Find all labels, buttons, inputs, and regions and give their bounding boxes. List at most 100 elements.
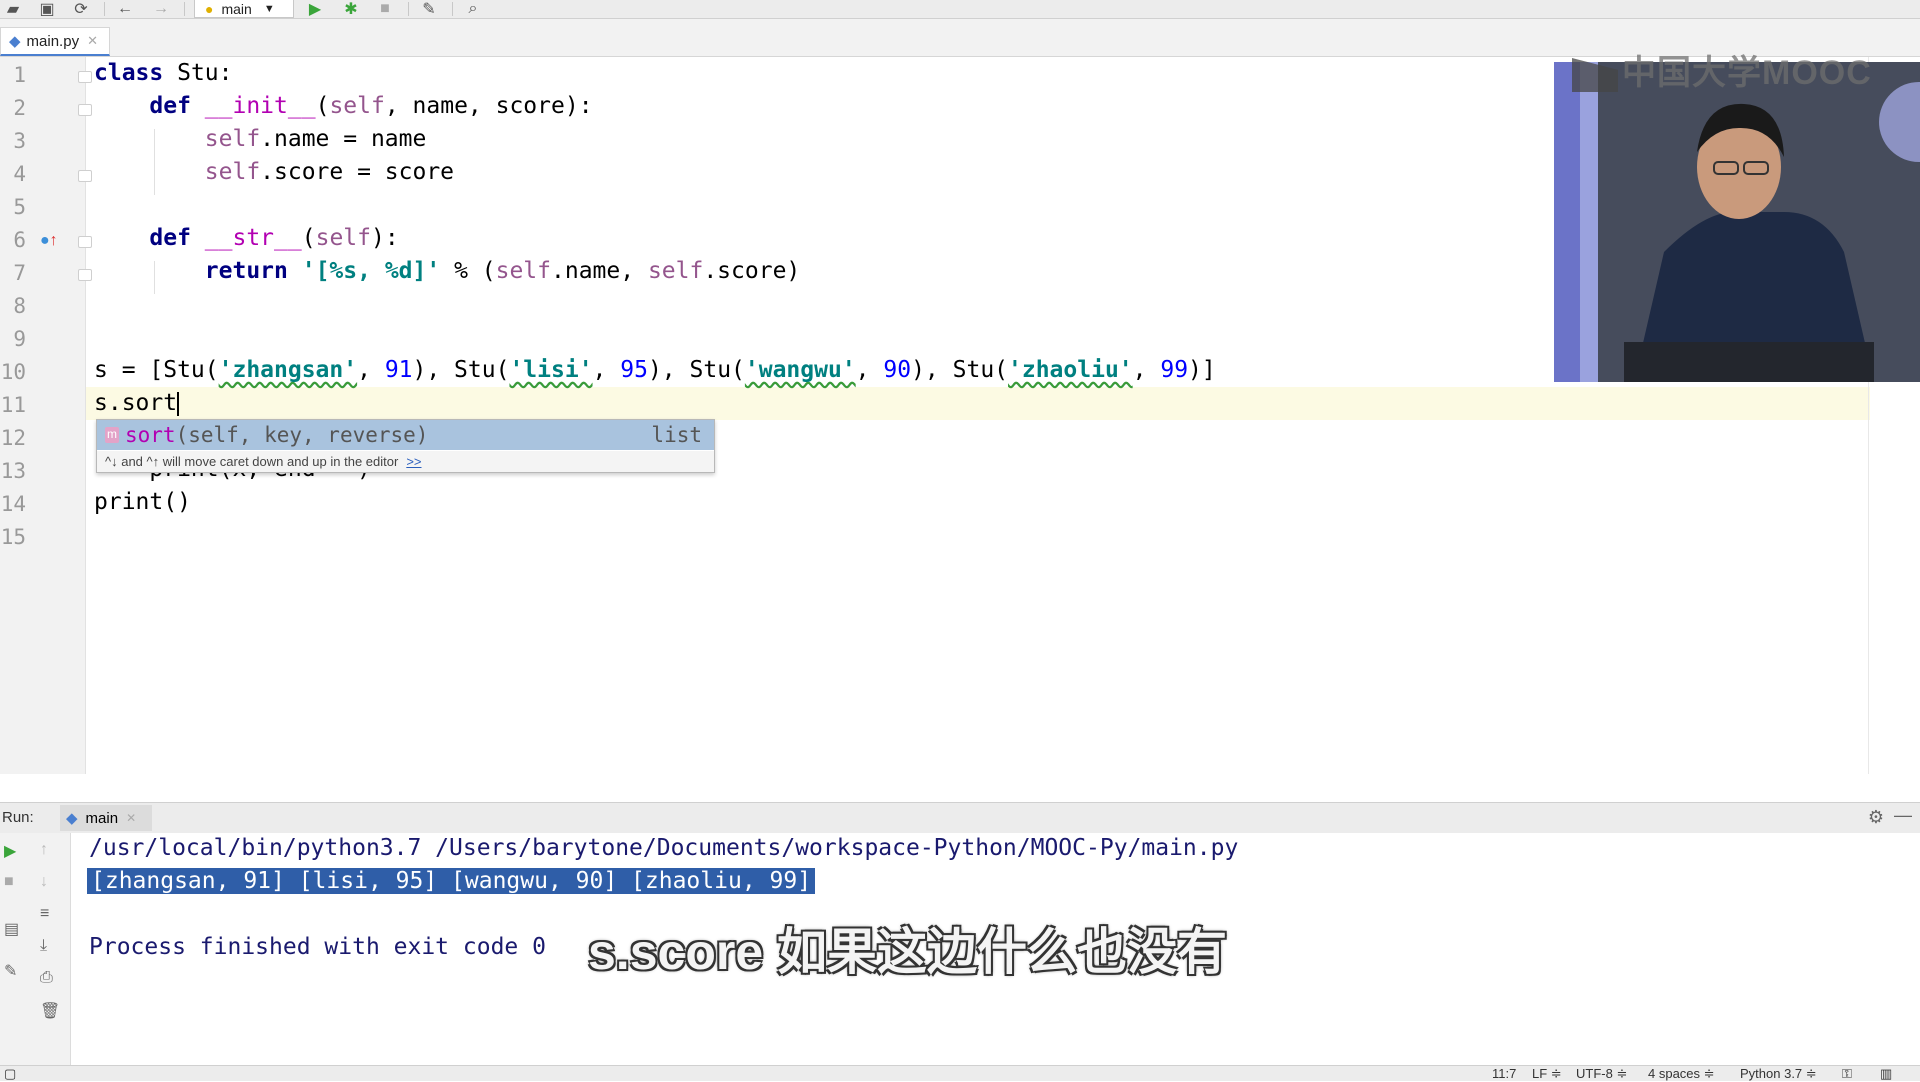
code-text: ,: [357, 357, 385, 383]
print-icon[interactable]: ⎙: [40, 969, 53, 987]
code-text: .name = name: [260, 126, 427, 152]
code-text: (: [301, 225, 316, 251]
code-completion-popup: m sort (self, key, reverse) list ^↓ and …: [96, 419, 715, 473]
code-text: , name, score):: [384, 93, 593, 119]
tab-run-main[interactable]: ◆ main ✕: [60, 805, 152, 831]
line-number: 13: [0, 459, 26, 483]
line-number: 2: [13, 96, 26, 120]
debug-icon[interactable]: ✱: [338, 0, 364, 18]
line-number: 6: [13, 228, 26, 252]
completion-name: sort: [125, 423, 176, 447]
back-icon[interactable]: ←: [112, 0, 138, 18]
toolbar-separator: [408, 2, 409, 16]
mooc-watermark-logo: 中国大学MOOC: [1572, 45, 1872, 94]
layout-icon[interactable]: ▤: [4, 919, 19, 939]
code-text: .name,: [551, 258, 648, 284]
open-icon[interactable]: ▰: [0, 0, 26, 18]
line-number: 10: [0, 360, 26, 384]
code-text: .score): [703, 258, 801, 284]
number-literal: 90: [883, 357, 912, 383]
run-tab-label: main: [85, 809, 119, 827]
forward-icon[interactable]: →: [148, 0, 174, 18]
run-config-label: main: [221, 0, 252, 17]
completion-hint: ^↓ and ^↑ will move caret down and up in…: [97, 451, 714, 472]
run-icon[interactable]: ▶: [302, 0, 328, 18]
minimize-icon[interactable]: —: [1894, 805, 1912, 826]
python-file-icon: ◆: [66, 810, 78, 827]
arrow-down-icon[interactable]: ↓: [40, 873, 48, 891]
status-bar: ▢ 11:7 LF ≑ UTF-8 ≑ 4 spaces ≑ Python 3.…: [0, 1065, 1920, 1081]
mooc-logo-icon: [1572, 58, 1618, 93]
stop-icon[interactable]: ■: [4, 873, 14, 891]
gear-icon[interactable]: ⚙: [1868, 807, 1884, 828]
console-line: Process finished with exit code 0: [89, 934, 546, 960]
pin-icon[interactable]: ✎: [4, 961, 17, 981]
code-line-3: self.name = name: [94, 123, 427, 156]
run-tool-window-header: Run: ◆ main ✕ ⚙ —: [0, 802, 1920, 834]
run-label: Run:: [2, 809, 34, 826]
hint-text: ^↓ and ^↑ will move caret down and up in…: [105, 454, 399, 469]
rerun-icon[interactable]: ▶: [4, 841, 16, 861]
line-number: 12: [0, 426, 26, 450]
toolbar-separator: [104, 2, 105, 16]
code-line-6: def __str__(self):: [94, 222, 399, 255]
line-number: 11: [0, 393, 26, 417]
tab-label: main.py: [26, 32, 80, 50]
self-keyword: self: [495, 258, 551, 284]
completion-item-sort[interactable]: m sort (self, key, reverse) list: [97, 420, 714, 450]
code-text: ):: [370, 225, 399, 251]
line-number: 4: [13, 162, 26, 186]
trash-icon[interactable]: 🗑: [40, 1001, 60, 1021]
self-keyword: self: [204, 159, 261, 185]
hint-link[interactable]: >>: [406, 454, 421, 469]
self-keyword: self: [329, 93, 385, 119]
stop-icon[interactable]: ■: [372, 0, 398, 18]
toolbar-separator: [184, 2, 185, 16]
settings-wrench-icon[interactable]: ✎: [416, 0, 442, 18]
save-icon[interactable]: ▣: [34, 0, 60, 18]
tab-main-py[interactable]: ◆ main.py ✕: [0, 27, 110, 56]
code-line-4: self.score = score: [94, 156, 454, 189]
search-icon[interactable]: ⌕: [460, 0, 486, 18]
code-text: ,: [1132, 357, 1161, 383]
number-literal: 91: [384, 357, 413, 383]
code-line-7: return '[%s, %d]' % (self.name, self.sco…: [94, 255, 800, 288]
video-subtitle: s.score 如果这边什么也没有: [588, 924, 1228, 980]
sync-icon[interactable]: ⟳: [68, 0, 94, 18]
mooc-logo-text: 中国大学MOOC: [1622, 54, 1872, 92]
line-number: 15: [0, 525, 26, 549]
close-icon[interactable]: ✕: [126, 811, 136, 825]
code-text: ), Stu(: [911, 357, 1009, 383]
string-literal: '[%s, %d]': [301, 258, 441, 284]
string-literal: 'lisi': [509, 357, 593, 383]
close-icon[interactable]: ✕: [87, 33, 98, 49]
number-literal: 95: [620, 357, 648, 383]
function-name: __init__: [204, 93, 316, 119]
code-line-14: print(): [94, 486, 191, 519]
keyword: def: [149, 225, 191, 251]
line-number: 5: [13, 195, 26, 219]
code-line-10: s = [Stu('zhangsan', 91), Stu('lisi', 95…: [94, 354, 1216, 387]
override-method-icon[interactable]: ●↑: [40, 232, 58, 250]
line-number: 14: [0, 492, 26, 516]
scroll-to-end-icon[interactable]: ⤓: [40, 937, 47, 955]
text-caret: [177, 391, 180, 416]
self-keyword: self: [204, 126, 261, 152]
soft-wrap-icon[interactable]: ≡: [40, 905, 49, 923]
run-configuration-select[interactable]: ● main ▼: [194, 0, 294, 18]
completion-params: (self, key, reverse): [175, 423, 429, 447]
code-text: Stu:: [163, 60, 233, 86]
self-keyword: self: [647, 258, 704, 284]
string-literal: 'zhaoliu': [1008, 357, 1133, 383]
lecturer-figure: [1554, 62, 1920, 382]
code-line-11: s.sort: [94, 387, 180, 420]
code-text: )]: [1188, 357, 1216, 383]
line-number: 9: [13, 327, 26, 351]
lecturer-video-overlay: [1554, 62, 1920, 382]
toolbar-separator: [452, 2, 453, 16]
python-file-icon: ●: [205, 0, 214, 17]
arrow-up-icon[interactable]: ↑: [40, 841, 48, 859]
run-side-toolbar: ▶ ↑ ■ ↓ ≡ ▤ ⤓ ✎ ⎙ 🗑: [0, 833, 71, 1065]
caret-position[interactable]: 11:7: [1492, 1066, 1516, 1081]
keyword: class: [94, 60, 164, 86]
